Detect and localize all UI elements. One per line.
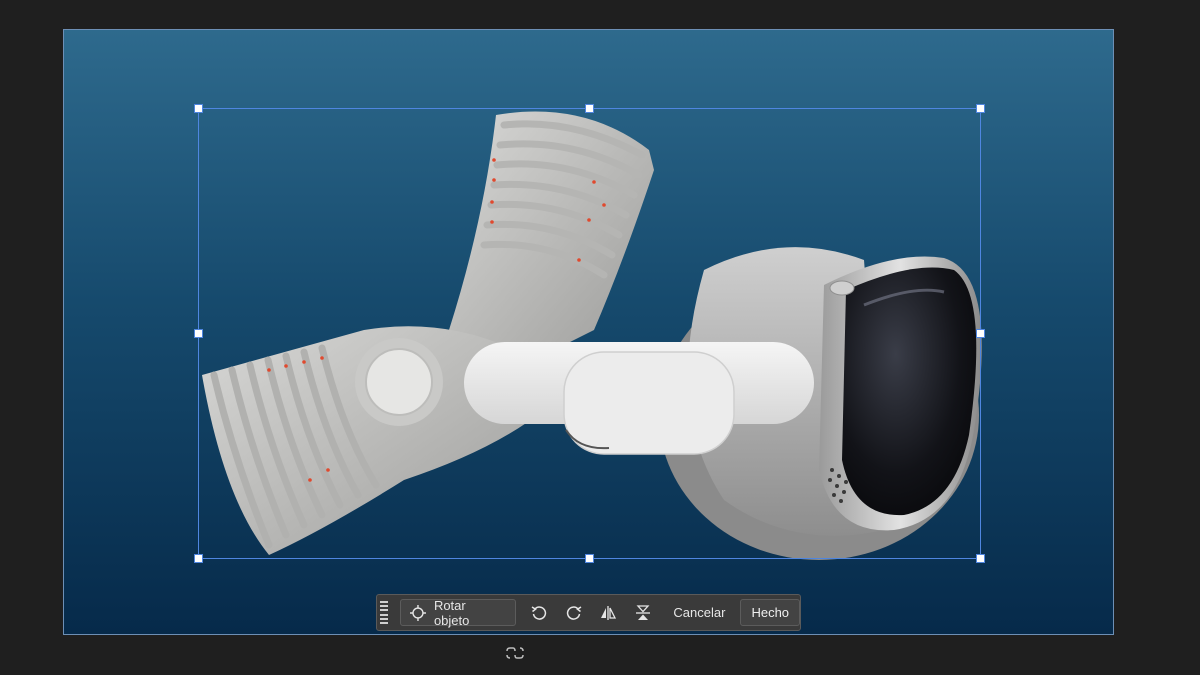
- flip-horizontal-icon: [601, 605, 617, 620]
- rotate-object-icon: [409, 604, 426, 621]
- resize-handle-top[interactable]: [585, 104, 594, 113]
- rotate-left-icon: [531, 605, 546, 620]
- resize-handle-top-right[interactable]: [976, 104, 985, 113]
- resize-handle-right[interactable]: [976, 329, 985, 338]
- rotate-right-button[interactable]: [562, 599, 586, 626]
- flip-vertical-icon: [636, 604, 651, 620]
- flip-horizontal-button[interactable]: [597, 599, 621, 626]
- grip-icon[interactable]: [380, 600, 388, 625]
- resize-handle-top-left[interactable]: [194, 104, 203, 113]
- resize-handle-left[interactable]: [194, 329, 203, 338]
- cancel-button[interactable]: Cancelar: [673, 605, 725, 620]
- rotate-object-button[interactable]: Rotar objeto: [399, 597, 516, 628]
- link-icon[interactable]: [505, 646, 525, 660]
- resize-handle-bottom-right[interactable]: [976, 554, 985, 563]
- rotate-left-button[interactable]: [527, 599, 551, 626]
- artboard-canvas[interactable]: [63, 29, 1114, 635]
- rotate-right-icon: [566, 605, 581, 620]
- contextual-task-bar: Rotar objeto Cancelar Hecho: [376, 594, 801, 631]
- resize-handle-bottom-left[interactable]: [194, 554, 203, 563]
- flip-vertical-button[interactable]: [631, 599, 655, 626]
- done-button[interactable]: Hecho: [740, 599, 801, 626]
- resize-handle-bottom[interactable]: [585, 554, 594, 563]
- rotate-object-label: Rotar objeto: [433, 597, 470, 628]
- headset-product-image[interactable]: [64, 30, 1114, 635]
